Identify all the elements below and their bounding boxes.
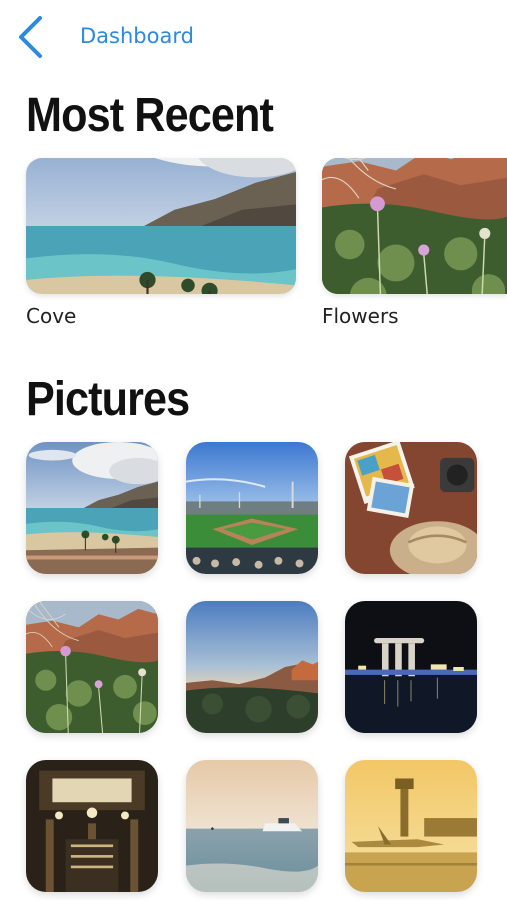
recent-card-flowers[interactable]: Flowers	[322, 158, 507, 328]
flowers-thumbnail	[322, 158, 507, 294]
picture-tile-ceiling[interactable]	[26, 760, 158, 892]
recent-card-caption: Flowers	[322, 304, 399, 328]
recent-card-cove[interactable]: Cove	[26, 158, 296, 328]
baseball-stadium-photo	[186, 442, 318, 574]
ornate-ceiling-interior-photo	[26, 760, 158, 892]
pictures-heading: Pictures	[26, 373, 190, 426]
picture-tile-city[interactable]	[345, 601, 477, 733]
nav-title-dashboard[interactable]: Dashboard	[80, 24, 194, 48]
recent-card-caption: Cove	[26, 304, 77, 328]
nav-bar: Dashboard	[0, 0, 507, 72]
postcards-and-hat-photo	[345, 442, 477, 574]
cove-thumbnail	[26, 158, 296, 294]
beach-cove-photo	[26, 442, 158, 574]
airport-sunset-photo	[345, 760, 477, 892]
desert-flowers-photo	[322, 158, 507, 294]
back-button[interactable]	[14, 14, 48, 60]
picture-tile-cove[interactable]	[26, 442, 158, 574]
most-recent-heading: Most Recent	[26, 89, 274, 142]
boat-on-sea-photo	[186, 760, 318, 892]
picture-tile-airport[interactable]	[345, 760, 477, 892]
chevron-left-icon	[19, 16, 42, 58]
picture-tile-stadium[interactable]	[186, 442, 318, 574]
picture-tile-red-rock[interactable]	[186, 601, 318, 733]
desert-flowers-photo	[26, 601, 158, 733]
city-skyline-night-photo	[345, 601, 477, 733]
red-rock-sunset-photo	[186, 601, 318, 733]
beach-cove-photo	[26, 158, 296, 294]
picture-tile-postcards[interactable]	[345, 442, 477, 574]
picture-tile-boat[interactable]	[186, 760, 318, 892]
screen: Dashboard Most Recent Cove Flowers Pictu…	[0, 0, 507, 900]
picture-tile-flowers[interactable]	[26, 601, 158, 733]
